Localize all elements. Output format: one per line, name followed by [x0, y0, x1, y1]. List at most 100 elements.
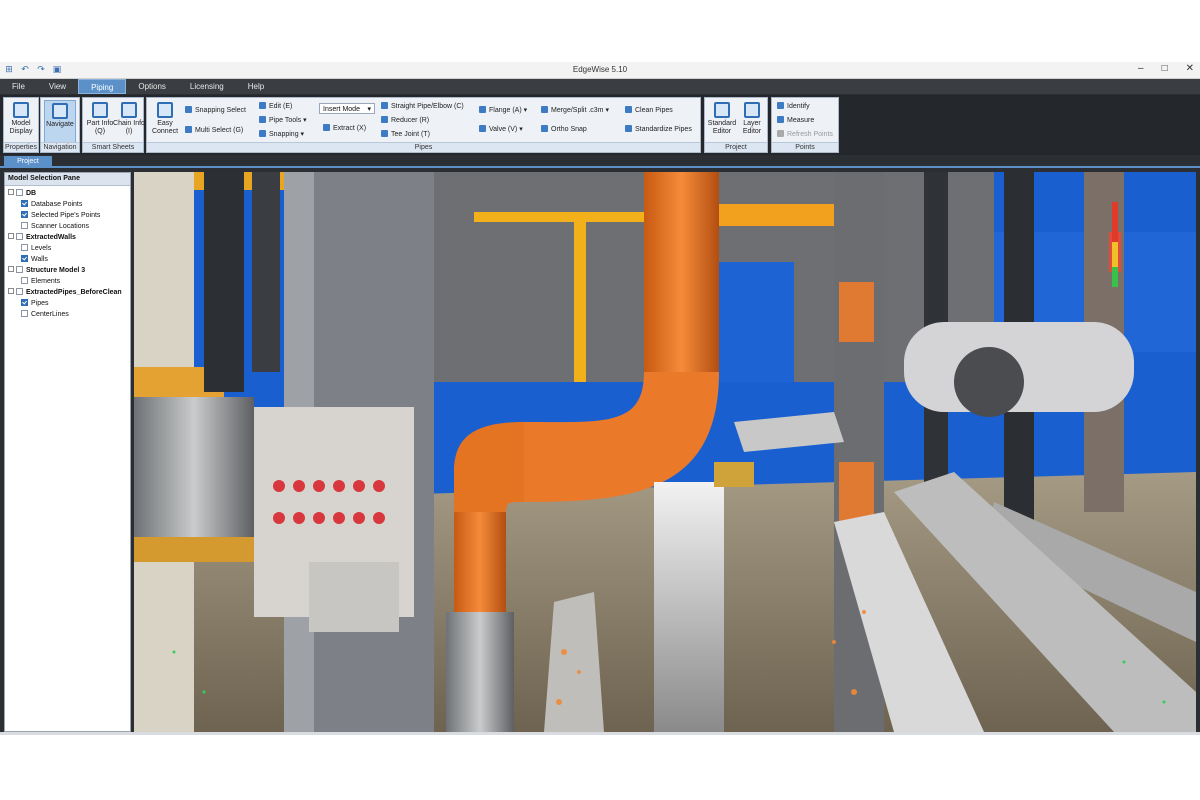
- pane-title: Model Selection Pane: [5, 173, 130, 186]
- menu-tab-licensing[interactable]: Licensing: [178, 79, 236, 94]
- tree-item-levels[interactable]: Levels: [5, 243, 130, 254]
- refresh-points-button[interactable]: Refresh Points: [777, 130, 833, 140]
- menu-tab-view[interactable]: View: [37, 79, 78, 94]
- tree-node-db[interactable]: DB: [5, 188, 130, 199]
- ribbon-group-smart-sheets: Part Info (Q) Chain Info (I) Smart Sheet…: [82, 97, 145, 153]
- group-label-pipes: Pipes: [147, 142, 700, 152]
- measure-button[interactable]: Measure: [777, 116, 814, 126]
- tree-item-pipes[interactable]: Pipes: [5, 298, 130, 309]
- valve-dropdown[interactable]: Valve (V) ▾: [479, 125, 523, 135]
- standard-editor-icon: [714, 102, 730, 118]
- chain-info-button[interactable]: Chain Info (I): [113, 100, 145, 143]
- layer-editor-button[interactable]: Layer Editor: [736, 100, 768, 143]
- standard-editor-button[interactable]: Standard Editor: [706, 100, 738, 143]
- collapse-icon[interactable]: [8, 288, 14, 294]
- checkbox[interactable]: [21, 310, 28, 317]
- group-label-navigation: Navigation: [41, 142, 79, 152]
- measure-icon: [777, 116, 784, 123]
- standardize-icon: [625, 125, 632, 132]
- checkbox[interactable]: [16, 189, 23, 196]
- multi-select-icon: [185, 126, 192, 133]
- menu-tab-file[interactable]: File: [0, 79, 37, 94]
- flange-dropdown[interactable]: Flange (A) ▾: [479, 106, 527, 116]
- checkbox[interactable]: [21, 277, 28, 284]
- checkbox[interactable]: [21, 255, 28, 262]
- menu-tab-help[interactable]: Help: [236, 79, 276, 94]
- checkbox[interactable]: [21, 211, 28, 218]
- multi-select-button[interactable]: Multi Select (G): [185, 126, 243, 136]
- tree-item-selected-pipes-points[interactable]: Selected Pipe's Points: [5, 210, 130, 221]
- group-label-points: Points: [772, 142, 838, 152]
- chain-info-icon: [121, 102, 137, 118]
- chevron-down-icon: ▾: [367, 106, 371, 113]
- straight-pipe-icon: [381, 102, 388, 109]
- snapping-select-button[interactable]: Snapping Select: [185, 106, 246, 116]
- menu-tab-piping[interactable]: Piping: [78, 79, 127, 94]
- collapse-icon[interactable]: [8, 233, 14, 239]
- merge-split-dropdown[interactable]: Merge/Split .c3m ▾: [541, 106, 609, 116]
- checkbox[interactable]: [21, 200, 28, 207]
- extract-button[interactable]: Extract (X): [323, 124, 366, 134]
- pipe-tools-icon: [259, 116, 266, 123]
- navigate-button[interactable]: Navigate: [44, 100, 76, 143]
- edit-button[interactable]: Edit (E): [259, 102, 292, 112]
- cursor-icon: [185, 106, 192, 113]
- point-cloud-viewport[interactable]: [134, 172, 1196, 732]
- snapping-icon: [259, 130, 266, 137]
- snapping-dropdown[interactable]: Snapping ▾: [259, 130, 304, 140]
- identify-button[interactable]: Identify: [777, 102, 810, 112]
- group-label-smart-sheets: Smart Sheets: [83, 142, 143, 152]
- extract-icon: [323, 124, 330, 131]
- collapse-icon[interactable]: [8, 266, 14, 272]
- checkbox[interactable]: [21, 299, 28, 306]
- tree-item-database-points[interactable]: Database Points: [5, 199, 130, 210]
- group-label-project: Project: [705, 142, 767, 152]
- ribbon: Model Display Properties Navigate Naviga…: [0, 95, 1200, 155]
- reducer-icon: [381, 116, 388, 123]
- collapse-icon[interactable]: [8, 189, 14, 195]
- ribbon-group-pipes: Easy Connect Snapping Select Multi Selec…: [146, 97, 701, 153]
- easy-connect-icon: [157, 102, 173, 118]
- reducer-button[interactable]: Reducer (R): [381, 116, 429, 126]
- part-info-button[interactable]: Part Info (Q): [84, 100, 116, 143]
- minimize-icon[interactable]: –: [1138, 63, 1144, 74]
- tree-item-scanner-locations[interactable]: Scanner Locations: [5, 221, 130, 232]
- close-icon[interactable]: ✕: [1186, 63, 1194, 74]
- identify-icon: [777, 102, 784, 109]
- model-display-button[interactable]: Model Display: [5, 100, 37, 143]
- window-title: EdgeWise 5.10: [572, 65, 628, 74]
- tee-joint-button[interactable]: Tee Joint (T): [381, 130, 430, 140]
- ribbon-group-properties: Model Display Properties: [3, 97, 39, 153]
- checkbox[interactable]: [16, 288, 23, 295]
- standardize-pipes-button[interactable]: Standardize Pipes: [625, 125, 692, 135]
- tree-item-elements[interactable]: Elements: [5, 276, 130, 287]
- checkbox[interactable]: [16, 266, 23, 273]
- insert-mode-select[interactable]: Insert Mode ▾: [319, 103, 375, 114]
- ribbon-group-points: Identify Measure Refresh Points Points: [771, 97, 839, 153]
- point-cloud-scene: [134, 172, 1196, 732]
- tree-node-structure-model-3[interactable]: Structure Model 3: [5, 265, 130, 276]
- checkbox[interactable]: [16, 233, 23, 240]
- pipe-tools-dropdown[interactable]: Pipe Tools ▾: [259, 116, 307, 126]
- valve-icon: [479, 125, 486, 132]
- tree-node-extracted-walls[interactable]: ExtractedWalls: [5, 232, 130, 243]
- checkbox[interactable]: [21, 244, 28, 251]
- model-display-icon: [13, 102, 29, 118]
- title-bar: ⊞ ↶ ↷ ▣ EdgeWise 5.10 – □ ✕: [0, 62, 1200, 79]
- maximize-icon[interactable]: □: [1162, 63, 1168, 74]
- straight-pipe-elbow-button[interactable]: Straight Pipe/Elbow (C): [381, 102, 464, 112]
- refresh-icon: [777, 130, 784, 137]
- menu-tab-options[interactable]: Options: [126, 79, 178, 94]
- ribbon-group-project: Standard Editor Layer Editor Project: [704, 97, 768, 153]
- tree-item-walls[interactable]: Walls: [5, 254, 130, 265]
- tree-node-extracted-pipes[interactable]: ExtractedPipes_BeforeClean: [5, 287, 130, 298]
- clean-pipes-button[interactable]: Clean Pipes: [625, 106, 673, 116]
- checkbox[interactable]: [21, 222, 28, 229]
- ortho-snap-icon: [541, 125, 548, 132]
- ortho-snap-button[interactable]: Ortho Snap: [541, 125, 587, 135]
- ribbon-group-navigation: Navigate Navigation: [40, 97, 80, 153]
- tee-joint-icon: [381, 130, 388, 137]
- tree-item-centerlines[interactable]: CenterLines: [5, 309, 130, 320]
- status-bar: [0, 732, 1200, 735]
- easy-connect-button[interactable]: Easy Connect: [149, 100, 181, 143]
